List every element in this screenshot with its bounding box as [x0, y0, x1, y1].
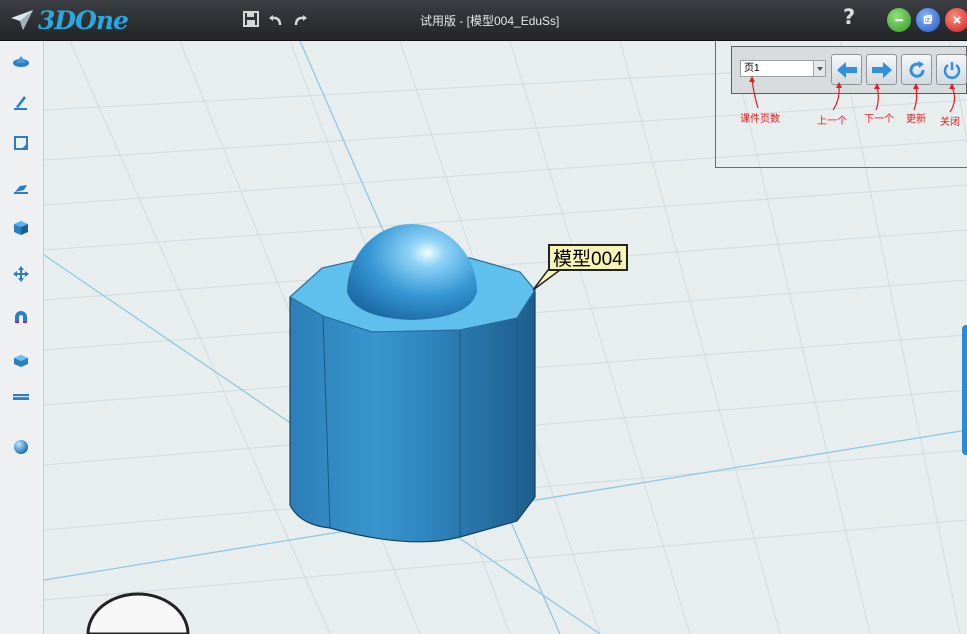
annotation-prev: 上一个: [817, 116, 847, 127]
annotation-arrows: [749, 76, 956, 113]
annotation-next: 下一个: [864, 114, 894, 125]
annotation-close: 关闭: [940, 117, 960, 128]
annotation-page-count: 课件页数: [740, 114, 780, 125]
annotation-refresh: 更新: [906, 114, 926, 125]
